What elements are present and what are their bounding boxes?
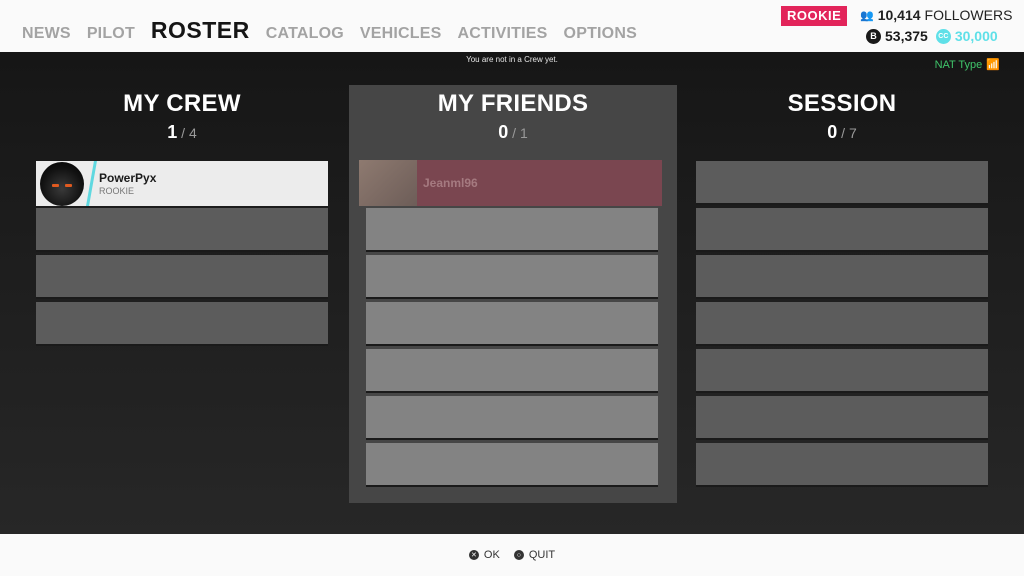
crew-empty-slot[interactable] xyxy=(36,208,328,252)
session-empty-slot[interactable] xyxy=(696,443,988,487)
friends-column: MY FRIENDS 0 / 1 Jeanml96 xyxy=(349,52,677,534)
bucks-icon: B xyxy=(866,28,881,44)
main-nav: NEWS PILOT ROSTER CATALOG VEHICLES ACTIV… xyxy=(22,17,653,44)
crew-count: 1 / 4 xyxy=(167,122,197,142)
crew-count-max: 4 xyxy=(188,125,197,141)
roster-screen: You are not in a Crew yet. NAT Type 📶 MY… xyxy=(0,52,1024,534)
quit-label: QUIT xyxy=(528,549,556,561)
currency: B 53,375 CC 30,000 xyxy=(866,28,998,44)
nav-tab-options[interactable]: OPTIONS xyxy=(564,25,637,43)
session-count-max: 7 xyxy=(848,125,857,141)
session-empty-slot[interactable] xyxy=(696,208,988,252)
rank-badge: ROOKIE xyxy=(781,6,848,26)
bucks-value: 53,375 xyxy=(885,28,928,44)
accent-divider xyxy=(86,161,97,206)
friend-name: Jeanml96 xyxy=(423,176,478,190)
nav-tab-pilot[interactable]: PILOT xyxy=(87,25,135,43)
session-count: 0 / 7 xyxy=(827,122,857,142)
crew-column: MY CREW 1 / 4 PowerPyx ROOKIE xyxy=(36,52,328,534)
followers: 👥 10,414 FOLLOWERS xyxy=(860,7,1012,23)
crew-empty-slot[interactable] xyxy=(36,255,328,299)
crew-count-current: 1 xyxy=(167,122,178,142)
friend-empty-slot[interactable] xyxy=(366,302,658,346)
ok-button[interactable]: ✕ OK xyxy=(468,549,500,561)
friend-empty-slot[interactable] xyxy=(366,443,658,487)
ok-label: OK xyxy=(483,549,500,561)
bottom-bar: ✕ OK ○ QUIT xyxy=(0,534,1024,576)
signal-icon: 📶 xyxy=(986,59,1000,71)
session-empty-slot[interactable] xyxy=(696,161,988,205)
nav-tab-news[interactable]: NEWS xyxy=(22,25,71,43)
session-empty-slot[interactable] xyxy=(696,302,988,346)
circle-button-icon: ○ xyxy=(513,550,524,560)
member-rank: ROOKIE xyxy=(99,186,135,196)
nav-tab-roster[interactable]: ROSTER xyxy=(151,17,250,44)
friend-card[interactable]: Jeanml96 xyxy=(359,160,662,206)
friend-empty-slot[interactable] xyxy=(366,208,658,252)
session-empty-slot[interactable] xyxy=(696,396,988,440)
avatar xyxy=(40,161,84,206)
crew-empty-slot[interactable] xyxy=(36,302,328,346)
session-empty-slot[interactable] xyxy=(696,349,988,393)
friends-count-max: 1 xyxy=(519,125,528,141)
friends-count-current: 0 xyxy=(498,122,509,142)
followers-label: FOLLOWERS xyxy=(924,7,1013,23)
crew-title: MY CREW xyxy=(123,90,241,117)
crew-member-card[interactable]: PowerPyx ROOKIE xyxy=(36,161,328,206)
friend-empty-slot[interactable] xyxy=(366,255,658,299)
quit-button[interactable]: ○ QUIT xyxy=(513,549,556,561)
crew-credits-value: 30,000 xyxy=(954,28,998,44)
session-column: SESSION 0 / 7 xyxy=(696,52,988,534)
cross-button-icon: ✕ xyxy=(468,550,479,560)
session-title: SESSION xyxy=(787,90,897,117)
nav-tab-catalog[interactable]: CATALOG xyxy=(266,25,344,43)
top-bar: NEWS PILOT ROSTER CATALOG VEHICLES ACTIV… xyxy=(0,0,1024,52)
session-count-current: 0 xyxy=(827,122,838,142)
nav-tab-vehicles[interactable]: VEHICLES xyxy=(360,25,442,43)
session-empty-slot[interactable] xyxy=(696,255,988,299)
friend-avatar xyxy=(359,160,417,206)
followers-icon: 👥 xyxy=(860,9,874,22)
nav-tab-activities[interactable]: ACTIVITIES xyxy=(458,25,548,43)
friends-title: MY FRIENDS xyxy=(437,90,589,117)
member-name: PowerPyx xyxy=(99,171,157,185)
followers-count: 10,414 xyxy=(877,7,921,23)
friend-empty-slot[interactable] xyxy=(366,396,658,440)
crew-credits-icon: CC xyxy=(935,28,951,44)
friend-empty-slot[interactable] xyxy=(366,349,658,393)
friends-count: 0 / 1 xyxy=(498,122,528,142)
